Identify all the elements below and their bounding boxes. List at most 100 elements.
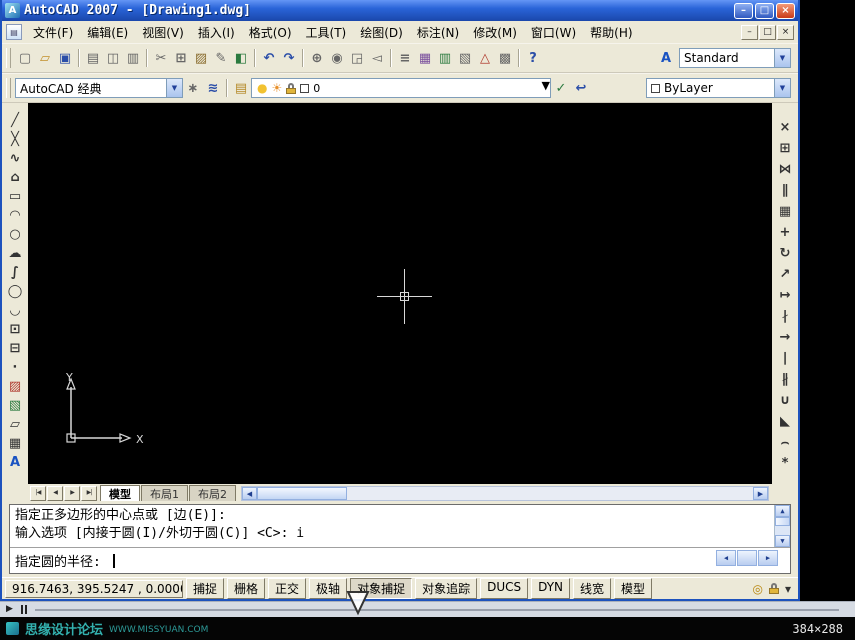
- line-icon[interactable]: ╱: [5, 111, 25, 130]
- ellipse-icon[interactable]: ◯: [5, 282, 25, 301]
- tab-layout1[interactable]: 布局1: [141, 485, 188, 501]
- status-toggle-model[interactable]: 模型: [614, 578, 652, 599]
- toolbar-grip[interactable]: [6, 48, 11, 68]
- sheetset-manager-icon[interactable]: ▧: [455, 48, 475, 68]
- doc-close-button[interactable]: ×: [777, 25, 794, 40]
- join-icon[interactable]: ∪: [775, 390, 795, 411]
- menu-draw[interactable]: 绘图(D): [353, 22, 410, 43]
- status-toggle-polar[interactable]: 极轴: [309, 578, 347, 599]
- doc-restore-button[interactable]: □: [759, 25, 776, 40]
- arc-icon[interactable]: ◠: [5, 206, 25, 225]
- fillet-icon[interactable]: ⌢: [775, 432, 795, 453]
- layer-on-bulb-icon[interactable]: ●: [257, 82, 267, 94]
- status-toggle-dyn[interactable]: DYN: [531, 578, 570, 599]
- make-block-icon[interactable]: ⊟: [5, 339, 25, 358]
- multiline-text-icon[interactable]: A: [5, 453, 25, 472]
- gradient-icon[interactable]: ▧: [5, 396, 25, 415]
- revision-cloud-icon[interactable]: ☁: [5, 244, 25, 263]
- close-button[interactable]: ×: [776, 3, 795, 19]
- rectangle-icon[interactable]: ▭: [5, 187, 25, 206]
- tray-chevron-icon[interactable]: ▾: [785, 583, 791, 595]
- plot-icon[interactable]: ▤: [83, 48, 103, 68]
- toolbar-lock-icon[interactable]: [769, 583, 779, 594]
- insert-block-icon[interactable]: ⊡: [5, 320, 25, 339]
- toolbar-grip[interactable]: [6, 78, 11, 98]
- minimize-button[interactable]: –: [734, 3, 753, 19]
- hatch-icon[interactable]: ▨: [5, 377, 25, 396]
- properties-icon[interactable]: ≡: [395, 48, 415, 68]
- menu-edit[interactable]: 编辑(E): [80, 22, 135, 43]
- layer-color-swatch[interactable]: [300, 84, 309, 93]
- point-icon[interactable]: ∙: [5, 358, 25, 377]
- block-editor-icon[interactable]: ◧: [231, 48, 251, 68]
- quickcalc-icon[interactable]: ▩: [495, 48, 515, 68]
- tab-scroll-last[interactable]: ▶|: [81, 486, 97, 501]
- tab-scroll-next[interactable]: ▶: [64, 486, 80, 501]
- command-prompt[interactable]: 指定圆的半径: ◀ ▶: [10, 548, 790, 573]
- layer-freeze-sun-icon[interactable]: ☀: [271, 82, 282, 94]
- status-toggle-ducs[interactable]: DUCS: [480, 578, 528, 599]
- status-toggle-snap[interactable]: 捕捉: [186, 578, 224, 599]
- make-object-layer-current-icon[interactable]: ✓: [551, 78, 571, 98]
- zoom-previous-icon[interactable]: ◅: [367, 48, 387, 68]
- zoom-window-icon[interactable]: ◲: [347, 48, 367, 68]
- open-icon[interactable]: ▱: [35, 48, 55, 68]
- doc-minimize-button[interactable]: –: [741, 25, 758, 40]
- workspace-settings-icon[interactable]: ∗: [183, 78, 203, 98]
- workspace-combo[interactable]: AutoCAD 经典 ▼: [15, 78, 183, 98]
- rotate-icon[interactable]: ↻: [775, 243, 795, 264]
- move-icon[interactable]: +: [775, 222, 795, 243]
- redo-icon[interactable]: ↷: [279, 48, 299, 68]
- tab-scroll-first[interactable]: |◀: [30, 486, 46, 501]
- help-icon[interactable]: ?: [523, 48, 543, 68]
- scroll-down-icon[interactable]: ▼: [775, 535, 790, 547]
- polygon-icon[interactable]: ⌂: [5, 168, 25, 187]
- break-at-point-icon[interactable]: ∣: [775, 348, 795, 369]
- mirror-icon[interactable]: ⋈: [775, 159, 795, 180]
- menu-modify[interactable]: 修改(M): [466, 22, 524, 43]
- scrollbar-thumb[interactable]: [257, 487, 347, 500]
- drawing-canvas[interactable]: Y X: [28, 103, 772, 484]
- publish-icon[interactable]: ▥: [123, 48, 143, 68]
- explode-icon[interactable]: *: [775, 453, 795, 474]
- menu-file[interactable]: 文件(F): [26, 22, 80, 43]
- pause-icon[interactable]: [21, 605, 27, 614]
- command-window[interactable]: ▲ ▼ 指定正多边形的中心点或 [边(E)]:输入选项 [内接于圆(I)/外切于…: [9, 504, 791, 574]
- tool-palettes-icon[interactable]: ▥: [435, 48, 455, 68]
- menu-tools[interactable]: 工具(T): [299, 22, 354, 43]
- text-style-icon[interactable]: A: [656, 48, 676, 68]
- undo-icon[interactable]: ↶: [259, 48, 279, 68]
- construction-line-icon[interactable]: ╳: [5, 130, 25, 149]
- menu-help[interactable]: 帮助(H): [583, 22, 639, 43]
- region-icon[interactable]: ▱: [5, 415, 25, 434]
- maximize-button[interactable]: □: [755, 3, 774, 19]
- menu-window[interactable]: 窗口(W): [524, 22, 583, 43]
- new-icon[interactable]: ▢: [15, 48, 35, 68]
- plot-preview-icon[interactable]: ◫: [103, 48, 123, 68]
- layer-previous-icon[interactable]: ↩: [571, 78, 591, 98]
- canvas-horizontal-scrollbar[interactable]: ◀ ▶: [241, 486, 769, 501]
- offset-icon[interactable]: ∥: [775, 180, 795, 201]
- menu-dimension[interactable]: 标注(N): [410, 22, 466, 43]
- polyline-icon[interactable]: ∿: [5, 149, 25, 168]
- layer-lock-icon[interactable]: [286, 83, 296, 94]
- match-properties-icon[interactable]: ✎: [211, 48, 231, 68]
- copy-object-icon[interactable]: ⊞: [775, 138, 795, 159]
- coordinates-display[interactable]: 916.7463, 395.5247 , 0.0000: [5, 580, 183, 598]
- array-icon[interactable]: ▦: [775, 201, 795, 222]
- scrollbar-thumb[interactable]: [775, 517, 790, 526]
- table-icon[interactable]: ▦: [5, 434, 25, 453]
- play-icon[interactable]: ▶: [6, 605, 13, 614]
- save-icon[interactable]: ▣: [55, 48, 75, 68]
- scrollbar-thumb[interactable]: [737, 550, 757, 566]
- title-bar[interactable]: A AutoCAD 2007 - [Drawing1.dwg] –□×: [2, 0, 798, 21]
- pan-icon[interactable]: ⊕: [307, 48, 327, 68]
- erase-icon[interactable]: ×: [775, 117, 795, 138]
- break-icon[interactable]: ∦: [775, 369, 795, 390]
- chamfer-icon[interactable]: ◣: [775, 411, 795, 432]
- spline-icon[interactable]: ∫: [5, 263, 25, 282]
- layer-combo-arrow-icon[interactable]: ▼: [542, 79, 550, 97]
- color-combo[interactable]: ByLayer ▼: [646, 78, 791, 98]
- circle-icon[interactable]: ○: [5, 225, 25, 244]
- status-toggle-lwt[interactable]: 线宽: [573, 578, 611, 599]
